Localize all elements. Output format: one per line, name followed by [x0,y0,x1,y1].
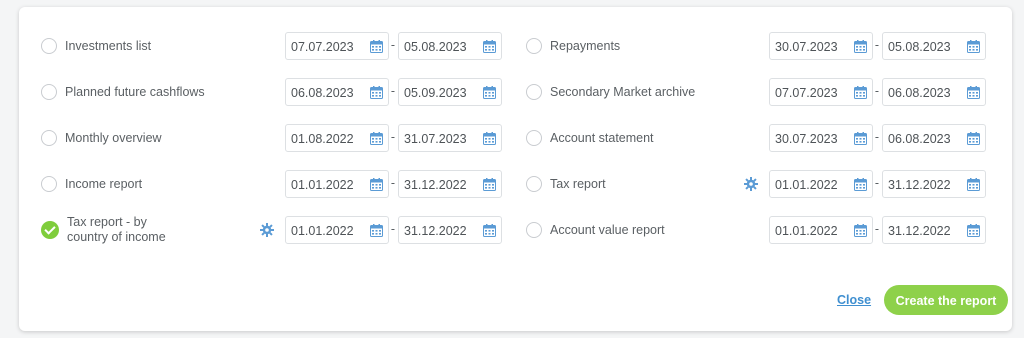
calendar-icon[interactable] [854,86,867,99]
gear-icon[interactable] [744,177,758,191]
date-from-value: 01.01.2022 [775,178,838,192]
report-option[interactable]: Repayments [526,31,620,61]
date-from-value: 30.07.2023 [775,40,838,54]
calendar-icon[interactable] [854,132,867,145]
date-to-field[interactable]: 31.12.2022 [882,216,986,244]
date-to-value: 06.08.2023 [888,132,951,146]
date-to-field[interactable]: 31.12.2022 [882,170,986,198]
calendar-icon[interactable] [854,40,867,53]
report-option[interactable]: Secondary Market archive [526,77,695,107]
report-option[interactable]: Account value report [526,215,665,245]
create-report-button[interactable]: Create the report [884,285,1008,315]
range-separator: - [874,130,880,144]
date-from-field[interactable]: 30.07.2023 [769,124,873,152]
date-from-value: 01.01.2022 [775,224,838,238]
calendar-icon[interactable] [967,178,980,191]
report-label: Account statement [550,130,654,145]
date-from-value: 07.07.2023 [775,86,838,100]
range-separator: - [874,222,880,236]
date-to-field[interactable]: 06.08.2023 [882,124,986,152]
close-link[interactable]: Close [837,293,871,307]
date-to-value: 06.08.2023 [888,86,951,100]
range-separator: - [874,38,880,52]
date-to-value: 05.08.2023 [888,40,951,54]
report-row: Repayments 30.07.2023 -05.08.2023 [19,31,1012,61]
calendar-icon[interactable] [967,40,980,53]
report-label: Secondary Market archive [550,84,696,99]
report-label: Repayments [550,38,621,53]
calendar-icon[interactable] [854,224,867,237]
radio-button[interactable] [526,84,542,100]
calendar-icon[interactable] [967,132,980,145]
report-option[interactable]: Tax report [526,169,606,199]
date-to-field[interactable]: 05.08.2023 [882,32,986,60]
range-separator: - [874,84,880,98]
range-separator: - [874,176,880,190]
report-row: Account value report 01.01.2022 -31.12.202… [19,215,1012,245]
report-label: Account value report [550,222,665,237]
date-from-field[interactable]: 01.01.2022 [769,216,873,244]
calendar-icon[interactable] [967,224,980,237]
report-row: Tax report 01.01.2022 -31.12.2022 [19,169,1012,199]
date-to-field[interactable]: 06.08.2023 [882,78,986,106]
date-from-field[interactable]: 01.01.2022 [769,170,873,198]
radio-button[interactable] [526,130,542,146]
date-from-field[interactable]: 07.07.2023 [769,78,873,106]
calendar-icon[interactable] [854,178,867,191]
calendar-icon[interactable] [967,86,980,99]
report-label: Tax report [550,176,606,191]
date-from-field[interactable]: 30.07.2023 [769,32,873,60]
radio-button[interactable] [526,176,542,192]
date-to-value: 31.12.2022 [888,224,951,238]
date-from-value: 30.07.2023 [775,132,838,146]
report-row: Secondary Market archive 07.07.2023 -06.08… [19,77,1012,107]
report-row: Account statement 30.07.2023 -06.08.2023 [19,123,1012,153]
radio-button[interactable] [526,38,542,54]
date-to-value: 31.12.2022 [888,178,951,192]
radio-button[interactable] [526,222,542,238]
report-dialog: Investments list 07.07.2023-05.08.2023 Pla… [19,7,1012,331]
report-option[interactable]: Account statement [526,123,654,153]
